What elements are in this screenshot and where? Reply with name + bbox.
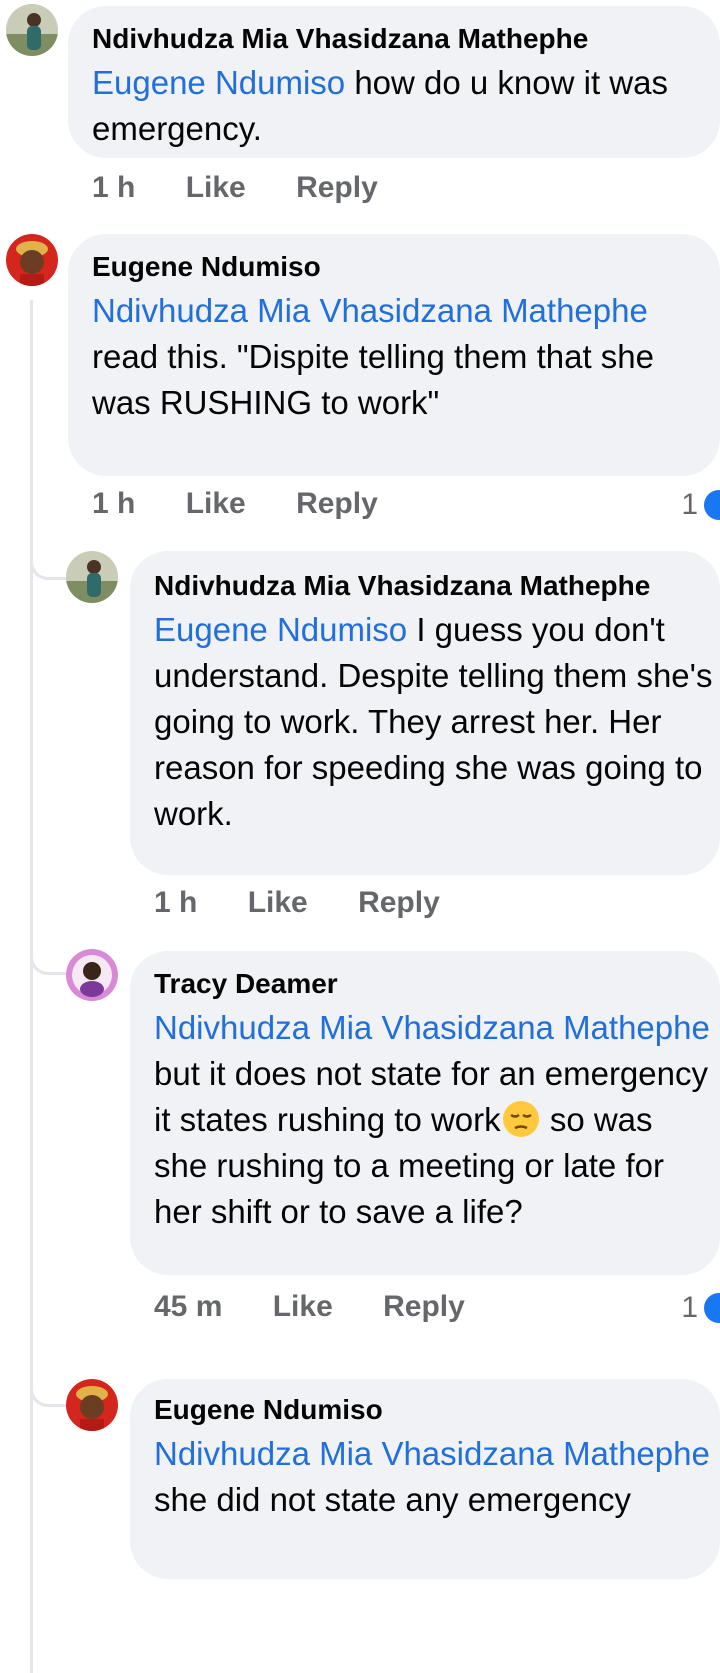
reply-button[interactable]: Reply — [296, 487, 378, 520]
avatar[interactable] — [6, 234, 58, 286]
comment-bubble: Eugene Ndumiso Ndivhudza Mia Vhasidzana … — [68, 234, 720, 476]
comment-actions: 45 m Like Reply — [154, 1289, 507, 1325]
reaction-count[interactable]: 1 — [681, 488, 720, 522]
comment-text: Ndivhudza Mia Vhasidzana Mathephe read t… — [92, 292, 654, 421]
comment-bubble: Eugene Ndumiso Ndivhudza Mia Vhasidzana … — [130, 1379, 720, 1579]
like-button[interactable]: Like — [186, 171, 246, 204]
comment-bubble: Tracy Deamer Ndivhudza Mia Vhasidzana Ma… — [130, 951, 720, 1275]
comment-author[interactable]: Eugene Ndumiso — [92, 248, 710, 286]
comment-timestamp[interactable]: 1 h — [92, 171, 135, 204]
mention-link[interactable]: Eugene Ndumiso — [154, 611, 407, 648]
reply-button[interactable]: Reply — [383, 1290, 465, 1323]
comment-author[interactable]: Eugene Ndumiso — [154, 1391, 710, 1429]
like-button[interactable]: Like — [186, 487, 246, 520]
comment-actions: 1 h Like Reply — [92, 170, 420, 206]
avatar[interactable] — [66, 551, 118, 603]
comment-actions: 1 h Like Reply — [154, 885, 482, 921]
comment-2: Eugene Ndumiso Ndivhudza Mia Vhasidzana … — [0, 230, 720, 530]
comment-actions: 1 h Like Reply — [92, 486, 420, 522]
avatar[interactable] — [66, 949, 118, 1001]
reply-button[interactable]: Reply — [296, 171, 378, 204]
reply-button[interactable]: Reply — [358, 886, 440, 919]
comment-bubble: Ndivhudza Mia Vhasidzana Mathephe Eugene… — [68, 6, 720, 158]
avatar[interactable] — [66, 1379, 118, 1431]
like-button[interactable]: Like — [248, 886, 308, 919]
mention-link[interactable]: Ndivhudza Mia Vhasidzana Mathephe — [154, 1435, 710, 1472]
comment-text: Eugene Ndumiso I guess you don't underst… — [154, 611, 713, 832]
avatar[interactable] — [6, 4, 58, 56]
comment-bubble: Ndivhudza Mia Vhasidzana Mathephe Eugene… — [130, 551, 720, 875]
like-reaction-icon — [704, 490, 720, 520]
mention-link[interactable]: Ndivhudza Mia Vhasidzana Mathephe — [154, 1009, 710, 1046]
like-button[interactable]: Like — [273, 1290, 333, 1323]
comment-1: Ndivhudza Mia Vhasidzana Mathephe Eugene… — [0, 0, 720, 230]
comment-5: Eugene Ndumiso Ndivhudza Mia Vhasidzana … — [0, 1375, 720, 1673]
comment-timestamp[interactable]: 1 h — [92, 487, 135, 520]
comment-timestamp[interactable]: 45 m — [154, 1290, 222, 1323]
like-reaction-icon — [704, 1293, 720, 1323]
comment-timestamp[interactable]: 1 h — [154, 886, 197, 919]
comment-author[interactable]: Ndivhudza Mia Vhasidzana Mathephe — [154, 567, 714, 605]
comment-3: Ndivhudza Mia Vhasidzana Mathephe Eugene… — [0, 545, 720, 945]
mention-link[interactable]: Eugene Ndumiso — [92, 64, 345, 101]
comment-text: Ndivhudza Mia Vhasidzana Mathephe she di… — [154, 1435, 710, 1518]
comment-text: Eugene Ndumiso how do u know it was emer… — [92, 64, 668, 147]
mention-link[interactable]: Ndivhudza Mia Vhasidzana Mathephe — [92, 292, 648, 329]
comment-author[interactable]: Tracy Deamer — [154, 965, 710, 1003]
comment-4: Tracy Deamer Ndivhudza Mia Vhasidzana Ma… — [0, 945, 720, 1345]
comment-author[interactable]: Ndivhudza Mia Vhasidzana Mathephe — [92, 20, 710, 58]
comment-text: Ndivhudza Mia Vhasidzana Mathephe but it… — [154, 1009, 710, 1230]
reaction-count[interactable]: 1 — [681, 1291, 720, 1325]
pensive-face-icon — [502, 1101, 539, 1137]
